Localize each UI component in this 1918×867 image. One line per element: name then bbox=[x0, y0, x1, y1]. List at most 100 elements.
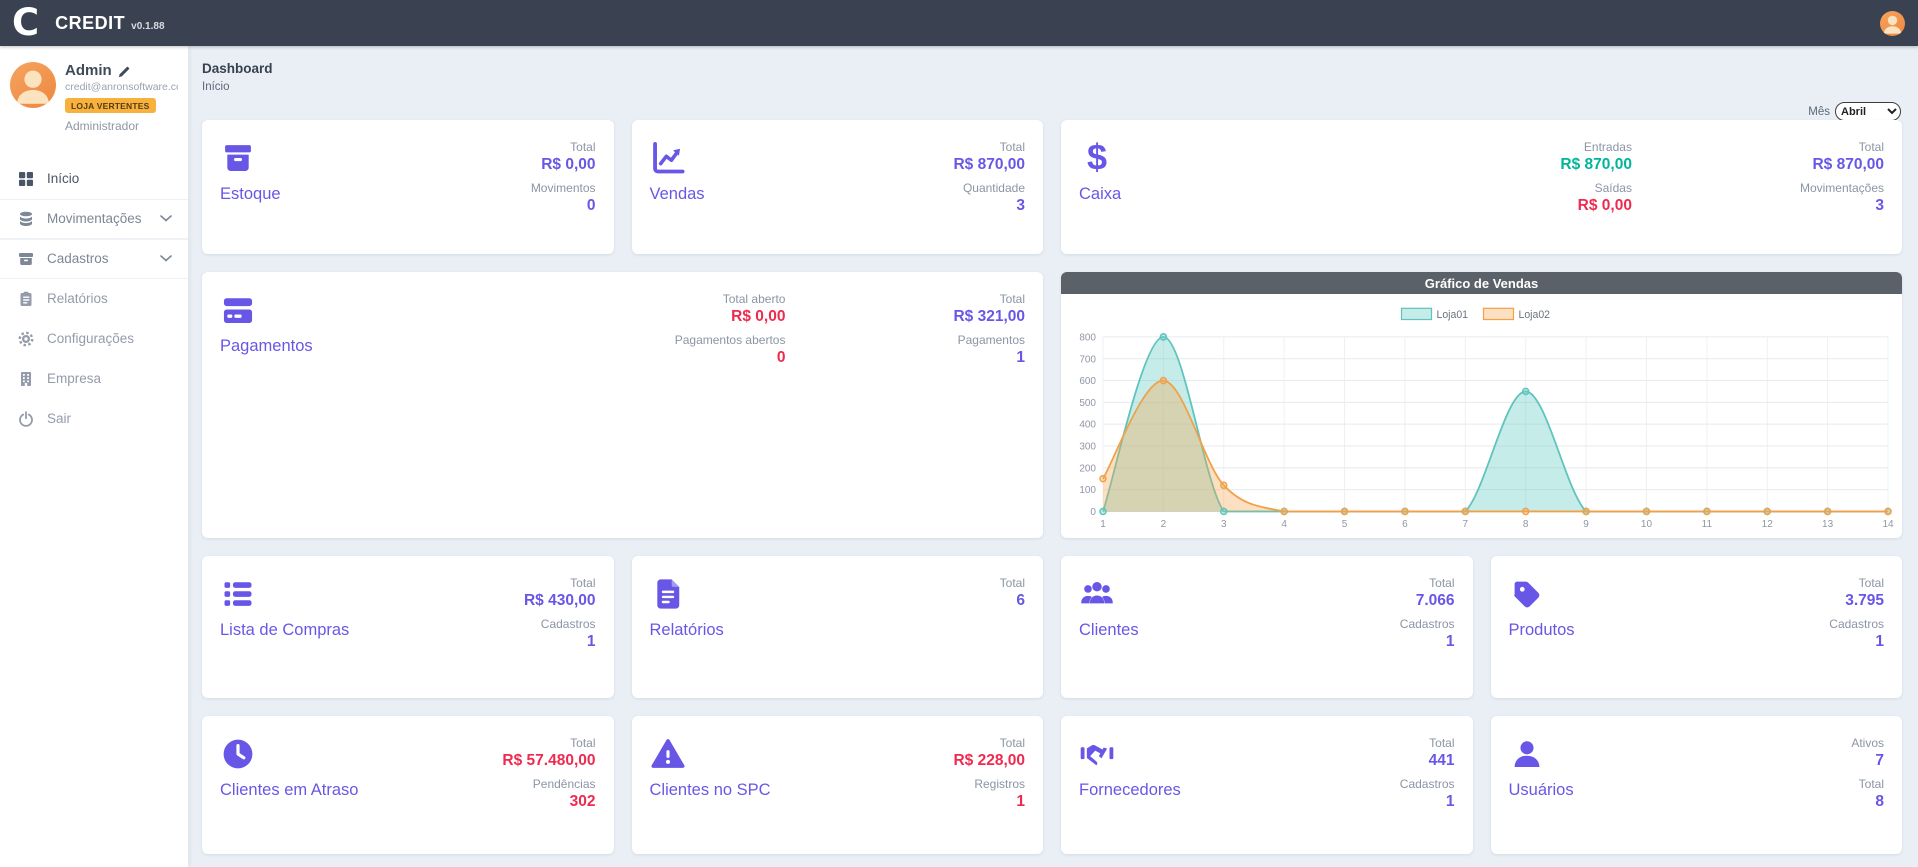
svg-text:8: 8 bbox=[1523, 519, 1529, 530]
stat-value: 0 bbox=[777, 349, 786, 367]
card-title-link[interactable]: Clientes bbox=[1079, 621, 1139, 640]
svg-text:500: 500 bbox=[1079, 398, 1096, 409]
stat-value: 441 bbox=[1429, 752, 1455, 770]
svg-text:5: 5 bbox=[1342, 519, 1348, 530]
stat-value: R$ 0,00 bbox=[541, 156, 595, 174]
stat-value: R$ 870,00 bbox=[1812, 156, 1884, 174]
sidebar: Admin credit@anronsoftware.co... LOJA VE… bbox=[0, 46, 188, 867]
sidebar-item-sair[interactable]: Sair bbox=[0, 399, 188, 439]
sidebar-item-relatorios[interactable]: Relatórios bbox=[0, 279, 188, 319]
stat-label: Cadastros bbox=[1400, 617, 1455, 631]
sidebar-item-label: Início bbox=[47, 171, 79, 186]
month-select[interactable]: Abril bbox=[1835, 102, 1901, 121]
file-lines-icon bbox=[650, 576, 686, 612]
stat-value: 6 bbox=[1016, 592, 1025, 610]
stat-label: Total bbox=[1859, 140, 1884, 154]
chart-title: Gráfico de Vendas bbox=[1061, 272, 1902, 294]
sidebar-item-label: Configurações bbox=[47, 331, 134, 346]
svg-text:10: 10 bbox=[1641, 519, 1652, 530]
stat-value: 302 bbox=[570, 793, 596, 811]
movimentacoes-icon bbox=[18, 211, 34, 227]
card-clientes-em-atraso[interactable]: Clientes em AtrasoTotalR$ 57.480,00Pendê… bbox=[202, 716, 614, 854]
stat-label: Total bbox=[1000, 140, 1025, 154]
handshake-icon bbox=[1079, 736, 1115, 772]
svg-text:700: 700 bbox=[1079, 354, 1096, 365]
stat-value: 3.795 bbox=[1845, 592, 1884, 610]
stat-value: R$ 228,00 bbox=[953, 752, 1025, 770]
svg-text:Loja02: Loja02 bbox=[1519, 309, 1551, 321]
svg-text:400: 400 bbox=[1079, 420, 1096, 431]
card-caixa[interactable]: $CaixaEntradasR$ 870,00SaídasR$ 0,00Tota… bbox=[1061, 120, 1902, 254]
chevron-down-icon bbox=[160, 255, 172, 262]
stat-value: 1 bbox=[1016, 793, 1025, 811]
stat-value: 3 bbox=[1875, 197, 1884, 215]
user-role: Administrador bbox=[65, 119, 178, 133]
store-badge: LOJA VERTENTES bbox=[65, 98, 156, 113]
credit-card-icon bbox=[220, 292, 256, 328]
sidebar-item-configuracoes[interactable]: Configurações bbox=[0, 319, 188, 359]
sidebar-item-label: Empresa bbox=[47, 371, 101, 386]
stat-label: Pendências bbox=[533, 777, 596, 791]
stat-value: 1 bbox=[1446, 793, 1455, 811]
stat-value: 7.066 bbox=[1416, 592, 1455, 610]
card-usuarios[interactable]: UsuáriosAtivos7Total8 bbox=[1491, 716, 1903, 854]
sales-chart: 0100200300400500600700800123456789101112… bbox=[1061, 294, 1902, 538]
card-clientes[interactable]: ClientesTotal7.066Cadastros1 bbox=[1061, 556, 1473, 698]
stat-label: Quantidade bbox=[963, 181, 1025, 195]
card-estoque[interactable]: EstoqueTotalR$ 0,00Movimentos0 bbox=[202, 120, 614, 254]
card-title-link[interactable]: Lista de Compras bbox=[220, 621, 349, 640]
svg-text:6: 6 bbox=[1402, 519, 1408, 530]
person-icon bbox=[10, 62, 56, 108]
stat-value: 7 bbox=[1875, 752, 1884, 770]
page-title: Dashboard bbox=[202, 61, 1918, 76]
stat-value: R$ 321,00 bbox=[953, 308, 1025, 326]
sidebar-item-movimentacoes[interactable]: Movimentações bbox=[0, 199, 188, 239]
main-content: Dashboard Início Mês Abril EstoqueTotalR… bbox=[188, 46, 1918, 867]
card-pagamentos[interactable]: PagamentosTotal abertoR$ 0,00Pagamentos … bbox=[202, 272, 1043, 538]
svg-text:Loja01: Loja01 bbox=[1437, 309, 1469, 321]
card-title-link[interactable]: Caixa bbox=[1079, 185, 1121, 204]
card-title-link[interactable]: Clientes no SPC bbox=[650, 781, 771, 800]
stat-label: Cadastros bbox=[1829, 617, 1884, 631]
stat-value: R$ 870,00 bbox=[1560, 156, 1632, 174]
sidebar-item-label: Relatórios bbox=[47, 291, 108, 306]
card-title-link[interactable]: Produtos bbox=[1509, 621, 1575, 640]
card-title-link[interactable]: Estoque bbox=[220, 185, 281, 204]
card-title-link[interactable]: Fornecedores bbox=[1079, 781, 1181, 800]
stat-label: Total bbox=[1429, 576, 1454, 590]
card-title-link[interactable]: Usuários bbox=[1509, 781, 1574, 800]
card-relatorios[interactable]: RelatóriosTotal6 bbox=[632, 556, 1044, 698]
card-produtos[interactable]: ProdutosTotal3.795Cadastros1 bbox=[1491, 556, 1903, 698]
topbar: C CREDIT v0.1.88 bbox=[0, 0, 1918, 46]
list-icon bbox=[220, 576, 256, 612]
card-title-link[interactable]: Vendas bbox=[650, 185, 705, 204]
svg-text:2: 2 bbox=[1161, 519, 1167, 530]
card-clientes-no-spc[interactable]: Clientes no SPCTotalR$ 228,00Registros1 bbox=[632, 716, 1044, 854]
card-lista-de-compras[interactable]: Lista de ComprasTotalR$ 430,00Cadastros1 bbox=[202, 556, 614, 698]
card-title-link[interactable]: Relatórios bbox=[650, 621, 724, 640]
user-email: credit@anronsoftware.co... bbox=[65, 81, 178, 93]
card-title-link[interactable]: Clientes em Atraso bbox=[220, 781, 358, 800]
stat-label: Pagamentos abertos bbox=[675, 333, 786, 347]
stat-value: R$ 0,00 bbox=[1578, 197, 1632, 215]
edit-profile-icon[interactable] bbox=[118, 65, 130, 77]
sidebar-item-inicio[interactable]: Início bbox=[0, 159, 188, 199]
stat-label: Movimentos bbox=[531, 181, 596, 195]
sidebar-item-empresa[interactable]: Empresa bbox=[0, 359, 188, 399]
configuracoes-icon bbox=[18, 331, 34, 347]
svg-text:200: 200 bbox=[1079, 463, 1096, 474]
card-fornecedores[interactable]: FornecedoresTotal441Cadastros1 bbox=[1061, 716, 1473, 854]
stat-label: Total bbox=[1859, 777, 1884, 791]
card-title-link[interactable]: Pagamentos bbox=[220, 337, 313, 356]
chevron-down-icon bbox=[160, 215, 172, 222]
user-avatar-button[interactable] bbox=[1880, 11, 1905, 36]
stat-value: 3 bbox=[1016, 197, 1025, 215]
stat-label: Total bbox=[570, 140, 595, 154]
stat-value: 8 bbox=[1875, 793, 1884, 811]
profile-avatar[interactable] bbox=[10, 62, 56, 108]
stat-label: Registros bbox=[974, 777, 1025, 791]
card-vendas[interactable]: VendasTotalR$ 870,00Quantidade3 bbox=[632, 120, 1044, 254]
dollar-icon: $ bbox=[1079, 140, 1115, 176]
svg-text:13: 13 bbox=[1822, 519, 1833, 530]
sidebar-item-cadastros[interactable]: Cadastros bbox=[0, 239, 188, 279]
